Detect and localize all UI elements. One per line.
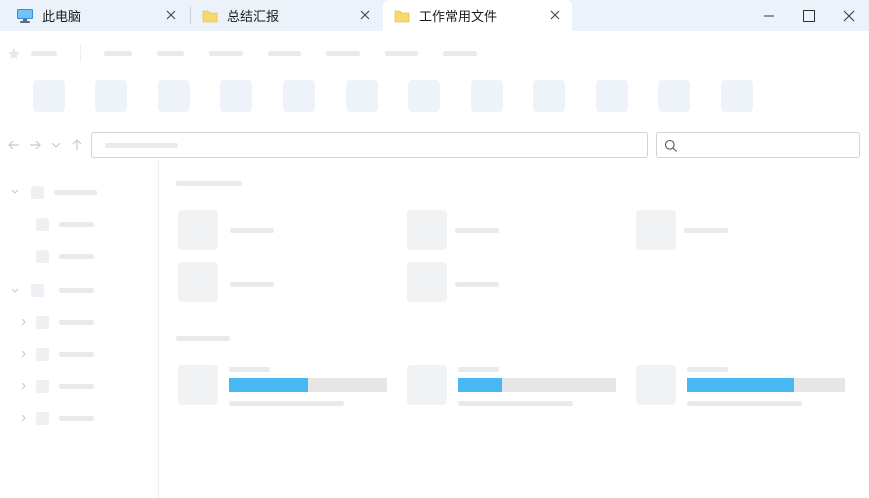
chevron-right-icon[interactable] bbox=[19, 349, 29, 359]
drive-usage-fill bbox=[229, 378, 308, 392]
chevron-down-icon[interactable] bbox=[10, 286, 20, 296]
menu-placeholder[interactable] bbox=[31, 51, 57, 56]
tab-label: 工作常用文件 bbox=[419, 9, 498, 24]
tree-item-icon bbox=[36, 250, 49, 263]
close-window-button[interactable] bbox=[826, 0, 869, 31]
menu-placeholder[interactable] bbox=[268, 51, 301, 56]
folder-item-icon[interactable] bbox=[636, 210, 676, 250]
drive-usage-fill bbox=[458, 378, 503, 392]
folder-item-label[interactable] bbox=[455, 282, 499, 287]
forward-arrow-icon[interactable] bbox=[27, 137, 43, 153]
chevron-down-icon[interactable] bbox=[10, 187, 20, 197]
ribbon-button[interactable] bbox=[408, 80, 440, 112]
ribbon-button[interactable] bbox=[283, 80, 315, 112]
tree-item-icon bbox=[36, 412, 49, 425]
close-icon bbox=[843, 10, 855, 22]
ribbon-button[interactable] bbox=[721, 80, 753, 112]
drive-usage-bar bbox=[687, 378, 845, 392]
star-icon[interactable] bbox=[7, 47, 21, 61]
drive-item-icon[interactable] bbox=[636, 365, 676, 405]
tree-item-icon bbox=[36, 316, 49, 329]
menu-placeholder[interactable] bbox=[326, 51, 360, 56]
menu-placeholder[interactable] bbox=[443, 51, 477, 56]
tab-this-pc[interactable]: 此电脑 bbox=[0, 0, 190, 31]
folder-item-icon[interactable] bbox=[407, 262, 447, 302]
ribbon-button[interactable] bbox=[346, 80, 378, 112]
maximize-icon bbox=[803, 10, 815, 22]
chevron-right-icon[interactable] bbox=[19, 413, 29, 423]
ribbon-button[interactable] bbox=[33, 80, 65, 112]
drive-item-label[interactable] bbox=[229, 367, 270, 372]
drive-usage-bar bbox=[229, 378, 387, 392]
close-icon[interactable] bbox=[164, 8, 178, 22]
tab-label: 此电脑 bbox=[42, 9, 82, 24]
menu-placeholder[interactable] bbox=[385, 51, 418, 56]
folder-item-label[interactable] bbox=[230, 228, 274, 233]
address-placeholder bbox=[105, 143, 178, 148]
folder-item-label[interactable] bbox=[455, 228, 499, 233]
tree-item-icon bbox=[31, 186, 44, 199]
drive-usage-fill bbox=[687, 378, 795, 392]
drive-capacity-text bbox=[229, 401, 344, 406]
tree-item-icon bbox=[36, 348, 49, 361]
minimize-icon bbox=[764, 15, 774, 17]
folder-item-icon[interactable] bbox=[178, 210, 218, 250]
ribbon-button[interactable] bbox=[220, 80, 252, 112]
drive-usage-bar bbox=[458, 378, 616, 392]
ribbon-button[interactable] bbox=[533, 80, 565, 112]
folder-item-label[interactable] bbox=[684, 228, 728, 233]
drive-item-label[interactable] bbox=[458, 367, 499, 372]
tree-item-label[interactable] bbox=[59, 384, 94, 389]
ribbon-button[interactable] bbox=[95, 80, 127, 112]
tree-item-icon bbox=[36, 380, 49, 393]
chevron-right-icon[interactable] bbox=[19, 381, 29, 391]
drive-capacity-text bbox=[687, 401, 802, 406]
sidebar-divider bbox=[158, 160, 159, 498]
tree-item-label[interactable] bbox=[59, 352, 94, 357]
menu-placeholder[interactable] bbox=[209, 51, 243, 56]
drive-item-label[interactable] bbox=[687, 367, 728, 372]
close-icon[interactable] bbox=[358, 8, 372, 22]
tree-item-label[interactable] bbox=[54, 190, 97, 195]
tree-item-label[interactable] bbox=[59, 416, 94, 421]
monitor-icon bbox=[17, 8, 33, 23]
chevron-down-icon[interactable] bbox=[48, 137, 64, 153]
search-icon bbox=[664, 139, 677, 152]
tree-item-label[interactable] bbox=[59, 222, 94, 227]
tab-label: 总结汇报 bbox=[227, 9, 280, 24]
folder-icon bbox=[202, 10, 218, 22]
ribbon-button[interactable] bbox=[471, 80, 503, 112]
drive-capacity-text bbox=[458, 401, 573, 406]
tree-item-label[interactable] bbox=[59, 320, 94, 325]
title-bar: 此电脑 总结汇报 工作常用文件 bbox=[0, 0, 869, 31]
folder-icon bbox=[394, 10, 410, 22]
tree-item-label[interactable] bbox=[59, 254, 94, 259]
search-input[interactable] bbox=[656, 132, 860, 158]
address-bar[interactable] bbox=[91, 132, 648, 158]
tab-summary-report[interactable]: 总结汇报 bbox=[191, 0, 381, 31]
folder-item-icon[interactable] bbox=[178, 262, 218, 302]
tree-item-icon bbox=[36, 218, 49, 231]
ribbon-button[interactable] bbox=[596, 80, 628, 112]
tree-item-label[interactable] bbox=[59, 288, 94, 293]
menu-divider bbox=[80, 44, 81, 62]
folder-item-label[interactable] bbox=[230, 282, 274, 287]
section-header-placeholder bbox=[176, 181, 242, 186]
folder-item-icon[interactable] bbox=[407, 210, 447, 250]
close-icon[interactable] bbox=[548, 8, 562, 22]
back-arrow-icon[interactable] bbox=[6, 137, 22, 153]
menu-placeholder[interactable] bbox=[104, 51, 132, 56]
tab-work-files[interactable]: 工作常用文件 bbox=[383, 0, 572, 31]
ribbon-button[interactable] bbox=[158, 80, 190, 112]
chevron-right-icon[interactable] bbox=[19, 317, 29, 327]
ribbon-button[interactable] bbox=[658, 80, 690, 112]
up-arrow-icon[interactable] bbox=[69, 137, 85, 153]
section-header-placeholder bbox=[176, 336, 230, 341]
drive-item-icon[interactable] bbox=[178, 365, 218, 405]
drive-item-icon[interactable] bbox=[407, 365, 447, 405]
menu-placeholder[interactable] bbox=[157, 51, 184, 56]
tree-item-icon bbox=[31, 284, 44, 297]
